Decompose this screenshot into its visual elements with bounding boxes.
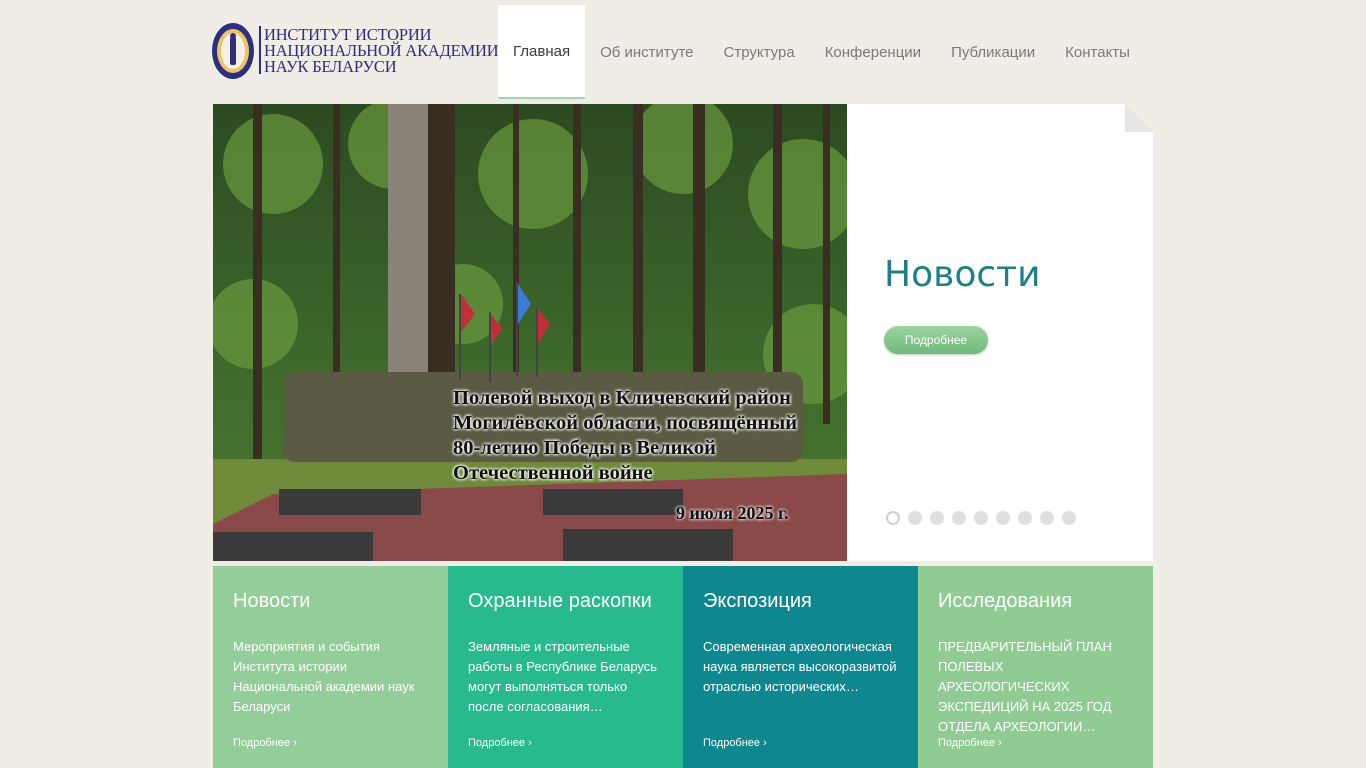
nav-item-conferences[interactable]: Конференции	[810, 5, 936, 99]
slider-dot[interactable]	[886, 511, 900, 525]
nav-item-publications[interactable]: Публикации	[936, 5, 1050, 99]
slider-dot[interactable]	[1018, 511, 1032, 525]
slider-side-panel: Новости Подробнее	[847, 104, 1153, 561]
forest-memorial-photo	[213, 104, 847, 561]
hero-date: 9 июля 2025 г.	[676, 503, 789, 523]
tile-research[interactable]: Исследования ПРЕДВАРИТЕЛЬНЫЙ ПЛАН ПОЛЕВЫ…	[918, 566, 1153, 768]
main-nav: Главная Об институте Структура Конференц…	[498, 5, 1145, 99]
slider-dot[interactable]	[996, 511, 1010, 525]
hero-caption-line: Отечественной войне	[453, 462, 653, 484]
hero-caption-line: Могилёвской области, посвящённый	[453, 412, 798, 434]
more-button[interactable]: Подробнее	[884, 326, 988, 354]
slider-dot[interactable]	[930, 511, 944, 525]
slider-dot[interactable]	[952, 511, 966, 525]
institute-seal-icon	[212, 23, 254, 79]
tile-text: Мероприятия и события Института истории …	[233, 639, 415, 714]
slider-dot[interactable]	[1040, 511, 1054, 525]
hero-caption: Полевой выход в Кличевский район Могилёв…	[453, 386, 813, 486]
logo-line-3: НАУК БЕЛАРУСИ	[264, 57, 397, 76]
tile-excavations[interactable]: Охранные раскопки Земляные и строительны…	[448, 566, 683, 768]
tile-text: Современная археологическая наука являет…	[703, 639, 897, 694]
tile-more-link[interactable]: Подробнее ›	[468, 737, 532, 749]
tile-title: Новости	[233, 590, 311, 612]
nav-item-contacts[interactable]: Контакты	[1050, 5, 1145, 99]
tile-title: Исследования	[938, 590, 1073, 612]
tile-text: ПРЕДВАРИТЕЛЬНЫЙ ПЛАН ПОЛЕВЫХ АРХЕОЛОГИЧЕ…	[938, 639, 1112, 734]
tile-news[interactable]: Новости Мероприятия и события Института …	[213, 566, 448, 768]
tile-title: Охранные раскопки	[468, 590, 652, 612]
hero-caption-line: 80-летию Победы в Великой	[453, 437, 716, 459]
tile-exposition[interactable]: Экспозиция Современная археологическая н…	[683, 566, 918, 768]
feature-tiles: Новости Мероприятия и события Института …	[213, 566, 1153, 768]
site-logo[interactable]: ИНСТИТУТ ИСТОРИИ НАЦИОНАЛЬНОЙ АКАДЕМИИ Н…	[211, 20, 501, 82]
slider-dots	[886, 511, 1076, 525]
tile-more-link[interactable]: Подробнее ›	[233, 737, 297, 749]
slider-dot[interactable]	[974, 511, 988, 525]
slider-dot[interactable]	[1062, 511, 1076, 525]
tile-text: Земляные и строительные работы в Республ…	[468, 639, 658, 714]
logo-divider	[259, 26, 261, 74]
nav-item-home[interactable]: Главная	[498, 5, 586, 99]
nav-item-structure[interactable]: Структура	[709, 5, 810, 99]
page-fold-corner	[1125, 104, 1153, 132]
hero-slide[interactable]: Полевой выход в Кличевский район Могилёв…	[213, 104, 847, 561]
logo-text: ИНСТИТУТ ИСТОРИИ НАЦИОНАЛЬНОЙ АКАДЕМИИ Н…	[264, 26, 499, 76]
hero-caption-line: Полевой выход в Кличевский район	[453, 387, 791, 409]
nav-item-about[interactable]: Об институте	[585, 5, 708, 99]
slider-dot[interactable]	[908, 511, 922, 525]
tile-title: Экспозиция	[703, 590, 812, 612]
tile-more-link[interactable]: Подробнее ›	[703, 737, 767, 749]
side-title: Новости	[884, 254, 1041, 295]
tile-more-link[interactable]: Подробнее ›	[938, 737, 1002, 749]
